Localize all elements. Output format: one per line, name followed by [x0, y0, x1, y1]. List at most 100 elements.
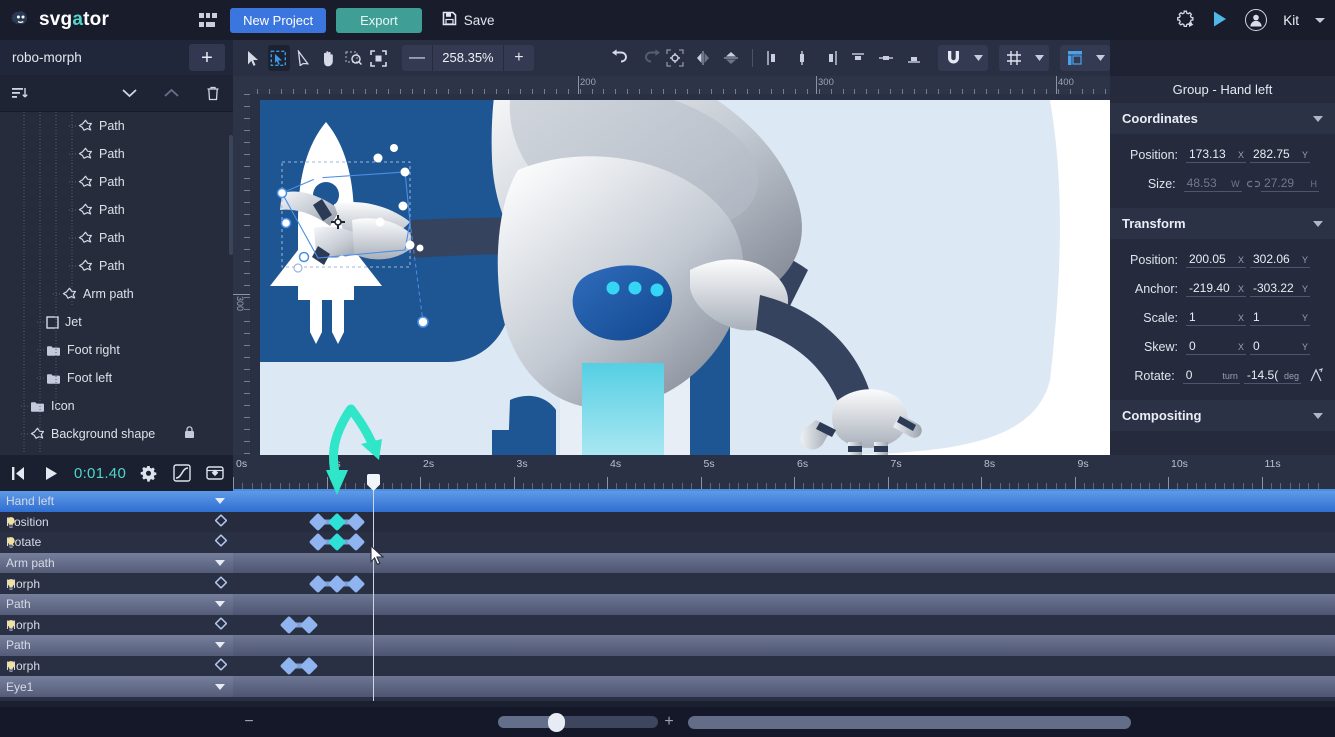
field-anchor-x[interactable]: -219.40 X — [1186, 281, 1246, 297]
timeline-horizontal-scrollbar[interactable] — [688, 715, 1131, 729]
transform-box-tool[interactable] — [267, 45, 290, 71]
keyframe-diamond[interactable] — [346, 533, 366, 552]
align-right-icon[interactable] — [817, 45, 843, 71]
timeline-row-label-cell[interactable]: Morph — [0, 573, 233, 594]
diamond-keyframe-icon[interactable] — [214, 658, 228, 674]
chevron-down-icon[interactable] — [215, 498, 225, 505]
keyframe-diamond[interactable] — [346, 574, 366, 593]
timeline-track[interactable] — [233, 532, 1335, 553]
chevron-down-icon[interactable] — [1313, 220, 1323, 227]
keyframe-diamond[interactable] — [308, 533, 328, 552]
diamond-keyframe-icon[interactable] — [214, 575, 228, 591]
timeline-track[interactable] — [233, 655, 1335, 677]
timeline-property-row[interactable]: Morph — [0, 573, 1335, 594]
layer-row[interactable]: Arm path — [0, 280, 233, 308]
chevron-down-icon[interactable] — [968, 45, 988, 71]
layer-list[interactable]: Path Path Path Path Path Path Arm path Jet Foot … — [0, 112, 233, 453]
timeline-property-row[interactable]: Rotate — [0, 532, 1335, 553]
keyframe-diamond[interactable] — [327, 533, 347, 552]
keyframe-diamond[interactable] — [308, 512, 328, 532]
timeline-row-label-cell[interactable]: Morph — [0, 614, 233, 636]
keyframe-diamond[interactable] — [327, 512, 347, 532]
new-project-button[interactable]: New Project — [230, 7, 327, 33]
timeline-row-label-cell[interactable]: Hand left — [0, 491, 233, 512]
section-header-coordinates[interactable]: Coordinates — [1110, 103, 1335, 134]
timeline-zoom-slider[interactable] — [498, 713, 658, 732]
timeline-row-label-cell[interactable]: Rotate — [0, 532, 233, 553]
zoom-region-tool[interactable] — [342, 45, 364, 71]
keyframe-diamond[interactable] — [279, 615, 299, 635]
align-middle-v-icon[interactable] — [873, 45, 899, 71]
link-size-icon[interactable] — [1246, 179, 1261, 190]
chevron-up-icon[interactable] — [161, 83, 181, 103]
field-position-x[interactable]: 173.13 X — [1186, 147, 1246, 163]
timeline-property-row[interactable]: Morph — [0, 655, 1335, 677]
keyframe-diamond[interactable] — [346, 512, 366, 532]
chevron-down-icon[interactable] — [1090, 45, 1110, 71]
ruler-guides-icon[interactable] — [1060, 45, 1090, 71]
chevron-down-icon[interactable] — [1313, 412, 1323, 419]
zoom-out-button[interactable]: — — [402, 45, 432, 71]
timeline-row-label-cell[interactable]: Arm path — [0, 552, 233, 574]
bulb-icon[interactable] — [6, 661, 15, 673]
timeline-property-row[interactable]: Position — [0, 511, 1335, 533]
rotate-orient-icon[interactable] — [1309, 367, 1323, 385]
layer-row[interactable]: Path — [0, 252, 233, 280]
timeline-row-label-cell[interactable]: Eye1 — [0, 676, 233, 697]
timeline-row-label-cell[interactable]: Morph — [0, 655, 233, 677]
section-header-transform[interactable]: Transform — [1110, 208, 1335, 239]
anchor-center-icon[interactable] — [662, 45, 688, 71]
section-header-compositing[interactable]: Compositing — [1110, 400, 1335, 431]
direct-select-tool[interactable] — [293, 45, 315, 71]
timeline-group-row[interactable]: Hand left — [0, 491, 1335, 512]
field-scale-y[interactable]: 1Y — [1250, 310, 1310, 326]
timeline-track[interactable] — [233, 491, 1335, 512]
layer-row[interactable]: Path — [0, 224, 233, 252]
timeline-zoom-slider-knob[interactable] — [548, 713, 565, 732]
timeline-ruler[interactable]: 0s 1s 2s 3s 4s 5s 6s 7s 8s 9s 10s 11s — [233, 455, 1335, 491]
keyframe-options-icon[interactable] — [204, 462, 225, 484]
chevron-down-icon[interactable] — [119, 83, 139, 103]
keyframe-diamond[interactable] — [299, 656, 319, 676]
current-time[interactable]: 0:01.40 — [74, 465, 126, 482]
bulb-icon[interactable] — [6, 537, 15, 549]
add-layer-button[interactable]: + — [189, 44, 225, 71]
flip-vertical-icon[interactable] — [718, 45, 744, 71]
layer-row[interactable]: Jet — [0, 308, 233, 336]
layer-row[interactable]: Icon — [0, 392, 233, 420]
field-position-y[interactable]: 302.06 Y — [1250, 252, 1310, 268]
timeline-row-label-cell[interactable]: Path — [0, 635, 233, 656]
timeline-zoom-out-button[interactable]: − — [238, 713, 260, 731]
vertical-ruler[interactable]: 300 — [233, 76, 250, 455]
align-left-icon[interactable] — [761, 45, 787, 71]
undo-arrow-icon[interactable] — [610, 49, 629, 67]
layer-row[interactable]: Path — [0, 112, 233, 140]
redo-arrow-icon[interactable] — [643, 49, 662, 67]
field-skew-y[interactable]: 0Y — [1250, 339, 1310, 355]
keyframe-diamond[interactable] — [327, 574, 347, 593]
chevron-down-icon[interactable] — [215, 683, 225, 690]
timeline-track[interactable] — [233, 552, 1335, 574]
layer-row[interactable]: Path — [0, 196, 233, 224]
lock-icon[interactable] — [184, 426, 195, 442]
keyframe-diamond[interactable] — [299, 615, 319, 635]
grid-icon[interactable] — [999, 45, 1029, 71]
save-button[interactable]: Save — [442, 11, 495, 29]
chevron-down-icon[interactable] — [1029, 45, 1049, 71]
bulb-icon[interactable] — [6, 578, 15, 590]
chevron-down-icon[interactable] — [215, 642, 225, 649]
timeline-track[interactable] — [233, 676, 1335, 697]
svgator-logo[interactable]: svgator — [10, 9, 109, 31]
align-center-h-icon[interactable] — [789, 45, 815, 71]
diamond-keyframe-icon[interactable] — [214, 513, 228, 529]
chevron-down-icon[interactable] — [215, 601, 225, 608]
field-rotate-deg[interactable]: -14.5(deg — [1243, 368, 1301, 384]
gear-icon[interactable] — [138, 462, 159, 484]
apps-grid-icon[interactable] — [199, 13, 218, 27]
align-top-icon[interactable] — [845, 45, 871, 71]
layer-row[interactable]: Foot right — [0, 336, 233, 364]
zoom-level-value[interactable]: 258.35% — [431, 45, 504, 71]
settings-gear-play-icon[interactable] — [1176, 9, 1195, 31]
timeline-group-row[interactable]: Eye1 — [0, 676, 1335, 697]
hand-pan-tool[interactable] — [317, 45, 339, 71]
